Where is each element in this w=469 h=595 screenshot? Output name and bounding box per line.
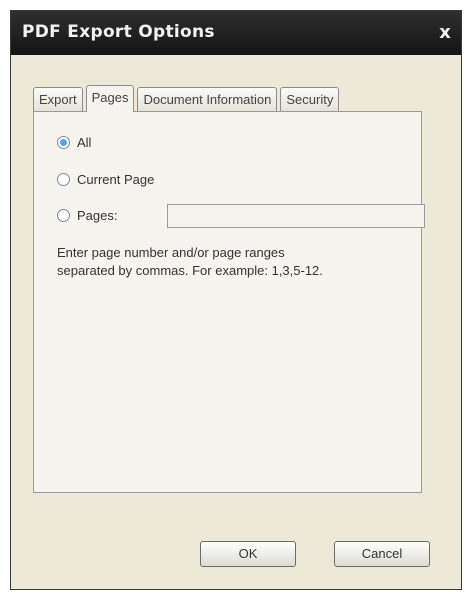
tab-export[interactable]: Export — [33, 87, 83, 111]
tab-strip: Export Pages Document Information Securi… — [33, 85, 342, 112]
close-button[interactable]: x — [435, 23, 455, 43]
radio-current-page-button[interactable] — [57, 173, 70, 186]
tab-document-information[interactable]: Document Information — [137, 87, 278, 111]
tab-security[interactable]: Security — [280, 87, 340, 111]
radio-current-page-label: Current Page — [77, 172, 155, 187]
tab-document-information-label: Document Information — [143, 92, 272, 107]
radio-all-label: All — [77, 135, 92, 150]
title-bar[interactable]: PDF Export Options x — [11, 11, 461, 55]
tab-export-label: Export — [39, 92, 77, 107]
dialog-title: PDF Export Options — [22, 22, 215, 42]
hint-line-1: Enter page number and/or page ranges — [57, 245, 285, 260]
tab-security-label: Security — [286, 92, 334, 107]
pages-tab-panel: All Current Page Pages: Enter page numbe… — [33, 111, 425, 493]
hint-line-2: separated by commas. For example: 1,3,5-… — [57, 263, 323, 278]
radio-all[interactable]: All — [57, 135, 91, 150]
radio-pages-label: Pages: — [77, 208, 118, 223]
dialog-body: Export Pages Document Information Securi… — [13, 55, 459, 587]
cancel-button[interactable]: Cancel — [334, 541, 430, 567]
tab-pages[interactable]: Pages — [85, 85, 135, 112]
pages-range-input[interactable] — [167, 204, 425, 228]
pdf-export-options-dialog: PDF Export Options x Export Pages Docume… — [10, 10, 462, 590]
radio-pages-button[interactable] — [57, 209, 70, 222]
radio-all-button[interactable] — [57, 136, 70, 149]
pages-hint-text: Enter page number and/or page ranges sep… — [57, 244, 397, 280]
radio-pages[interactable]: Pages: — [57, 208, 117, 223]
tab-pages-label: Pages — [91, 90, 129, 105]
radio-current-page[interactable]: Current Page — [57, 172, 154, 187]
ok-button[interactable]: OK — [200, 541, 296, 567]
